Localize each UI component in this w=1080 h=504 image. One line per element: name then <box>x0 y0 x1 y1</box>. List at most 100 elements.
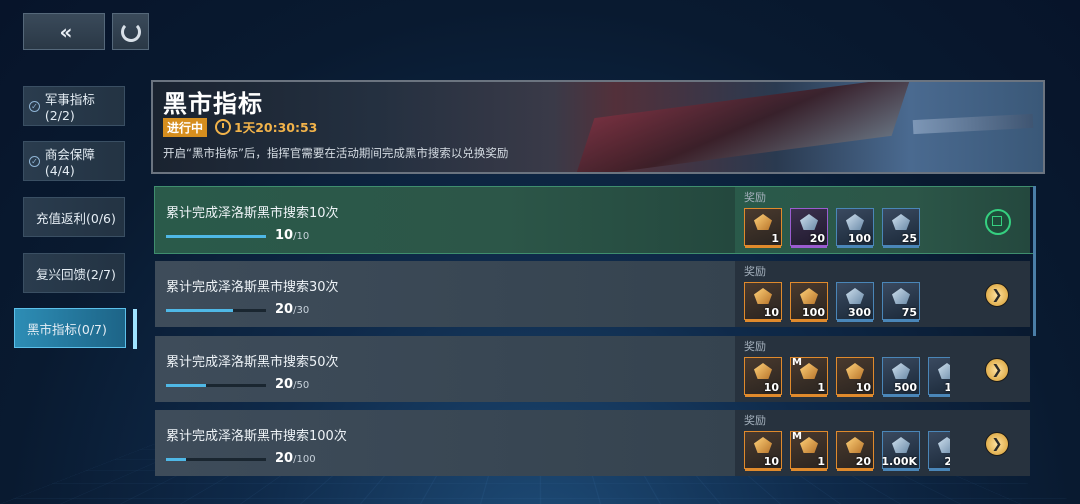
event-banner: 黑市指标 进行中 1天20:30:53 开启“黑市指标”后，指挥官需要在活动期间… <box>151 80 1045 174</box>
rarity-bar <box>883 468 919 471</box>
rarity-bar <box>745 468 781 471</box>
reward-quantity: 10 <box>763 455 779 468</box>
alloy-icon <box>846 288 864 304</box>
chevron-right-icon: ❯ <box>991 436 1003 452</box>
rarity-bar <box>791 245 827 248</box>
reward-item[interactable]: 100 <box>790 282 828 322</box>
reward-quantity: 20 <box>809 232 825 245</box>
rarity-bar <box>745 394 781 397</box>
reward-quantity: 100 <box>848 232 871 245</box>
crystal-icon <box>938 437 950 453</box>
module-icon <box>800 437 818 453</box>
reward-label: 奖励 <box>744 414 766 427</box>
reward-item[interactable]: M1 <box>790 357 828 397</box>
reward-quantity: 1 <box>817 381 825 394</box>
sidebar-item-2[interactable]: 充值返利(0/6) <box>23 197 125 237</box>
reward-item[interactable]: 75 <box>882 282 920 322</box>
reward-label: 奖励 <box>744 340 766 353</box>
rarity-bar <box>837 394 873 397</box>
progress-count: 20/50 <box>275 377 309 392</box>
go-button[interactable]: ❯ <box>985 358 1009 382</box>
progress-fill <box>166 235 266 238</box>
progress-current: 20 <box>275 451 294 466</box>
reward-items: 10M1105001… <box>744 357 950 399</box>
reward-quantity: 100 <box>802 306 825 319</box>
progress-bar <box>166 458 266 461</box>
progress-fill <box>166 384 206 387</box>
chevron-right-icon: ❯ <box>991 287 1003 303</box>
reward-quantity: 1.00K <box>881 455 917 468</box>
progress-target: /50 <box>293 380 310 391</box>
reward-item[interactable]: 10 <box>836 357 874 397</box>
spaceship-artwork <box>575 82 911 172</box>
status-badge: 进行中 <box>163 118 208 137</box>
rarity-bar <box>929 394 950 397</box>
sidebar-item-4[interactable]: 黑市指标(0/7) <box>14 308 137 349</box>
reward-item[interactable]: 500 <box>882 357 920 397</box>
rarity-bar <box>791 394 827 397</box>
check-circle-icon: ✓ <box>29 155 40 167</box>
reward-item[interactable]: 300 <box>836 282 874 322</box>
crystal-icon <box>892 214 910 230</box>
rarity-bar <box>929 468 950 471</box>
reward-item[interactable]: M1 <box>790 431 828 471</box>
alloy-icon <box>892 363 910 379</box>
coupon-icon <box>754 214 772 230</box>
reward-item[interactable]: 2… <box>928 431 950 471</box>
check-circle-icon: ✓ <box>29 100 40 112</box>
refresh-button[interactable] <box>112 13 149 50</box>
crystal-icon <box>938 363 950 379</box>
rarity-bar <box>883 394 919 397</box>
sidebar-item-1[interactable]: ✓ 商会保障(4/4) <box>23 141 125 181</box>
event-title: 黑市指标 <box>163 90 263 118</box>
reward-item[interactable]: 10 <box>744 282 782 322</box>
reward-item[interactable]: 20 <box>790 208 828 248</box>
chevron-right-icon: ❯ <box>991 362 1003 378</box>
reward-item[interactable]: 1 <box>744 208 782 248</box>
task-text: 累计完成泽洛斯黑市搜索10次 <box>166 206 339 221</box>
rarity-bar <box>791 468 827 471</box>
go-button[interactable]: ❯ <box>985 283 1009 307</box>
go-button[interactable]: ❯ <box>985 432 1009 456</box>
reward-item[interactable]: 25 <box>882 208 920 248</box>
mark-tag: M <box>792 431 802 442</box>
back-button[interactable]: « <box>23 13 105 50</box>
reward-item[interactable]: 10 <box>744 357 782 397</box>
reward-item[interactable]: 1… <box>928 357 950 397</box>
progress-count: 20/30 <box>275 302 309 317</box>
reward-items: 10M1201.00K2… <box>744 431 950 473</box>
reward-quantity: 10 <box>763 381 779 394</box>
countdown-timer: 1天20:30:53 <box>215 117 317 136</box>
reward-quantity: 20 <box>855 455 871 468</box>
scrollbar[interactable] <box>1033 186 1036 336</box>
progress-current: 20 <box>275 302 294 317</box>
reward-item[interactable]: 1.00K <box>881 431 920 471</box>
reward-quantity: 10 <box>855 381 871 394</box>
reward-quantity: 25 <box>901 232 917 245</box>
timer-text: 1天20:30:53 <box>234 120 318 135</box>
rarity-bar <box>837 319 873 322</box>
sidebar-item-label: 军事指标(2/2) <box>44 92 95 123</box>
progress-bar <box>166 235 266 238</box>
sidebar-item-label: 充值返利(0/6) <box>36 210 116 226</box>
reward-item[interactable]: 10 <box>744 431 782 471</box>
reward-quantity: 1 <box>771 232 779 245</box>
event-description: 开启“黑市指标”后，指挥官需要在活动期间完成黑市搜索以兑换奖励 <box>163 146 509 160</box>
reward-quantity: 2… <box>944 455 950 468</box>
chip-icon <box>800 214 818 230</box>
claim-gift-button[interactable] <box>985 209 1011 235</box>
reward-quantity: 1… <box>944 381 950 394</box>
task-row: 累计完成泽洛斯黑市搜索100次20/100奖励10M1201.00K2…❯ <box>155 410 1035 476</box>
sidebar-item-3[interactable]: 复兴回馈(2/7) <box>23 253 125 293</box>
task-row: 累计完成泽洛斯黑市搜索50次20/50奖励10M1105001…❯ <box>155 336 1035 402</box>
reward-item[interactable]: 20 <box>836 431 874 471</box>
sidebar-item-0[interactable]: ✓ 军事指标(2/2) <box>23 86 125 126</box>
mark-tag: M <box>792 357 802 368</box>
alloy-icon <box>892 437 910 453</box>
reward-quantity: 1 <box>817 455 825 468</box>
reward-items: 1 20 100 25 <box>744 208 950 250</box>
reward-item[interactable]: 100 <box>836 208 874 248</box>
task-text: 累计完成泽洛斯黑市搜索30次 <box>166 280 339 295</box>
reward-quantity: 10 <box>763 306 779 319</box>
progress-fill <box>166 309 233 312</box>
